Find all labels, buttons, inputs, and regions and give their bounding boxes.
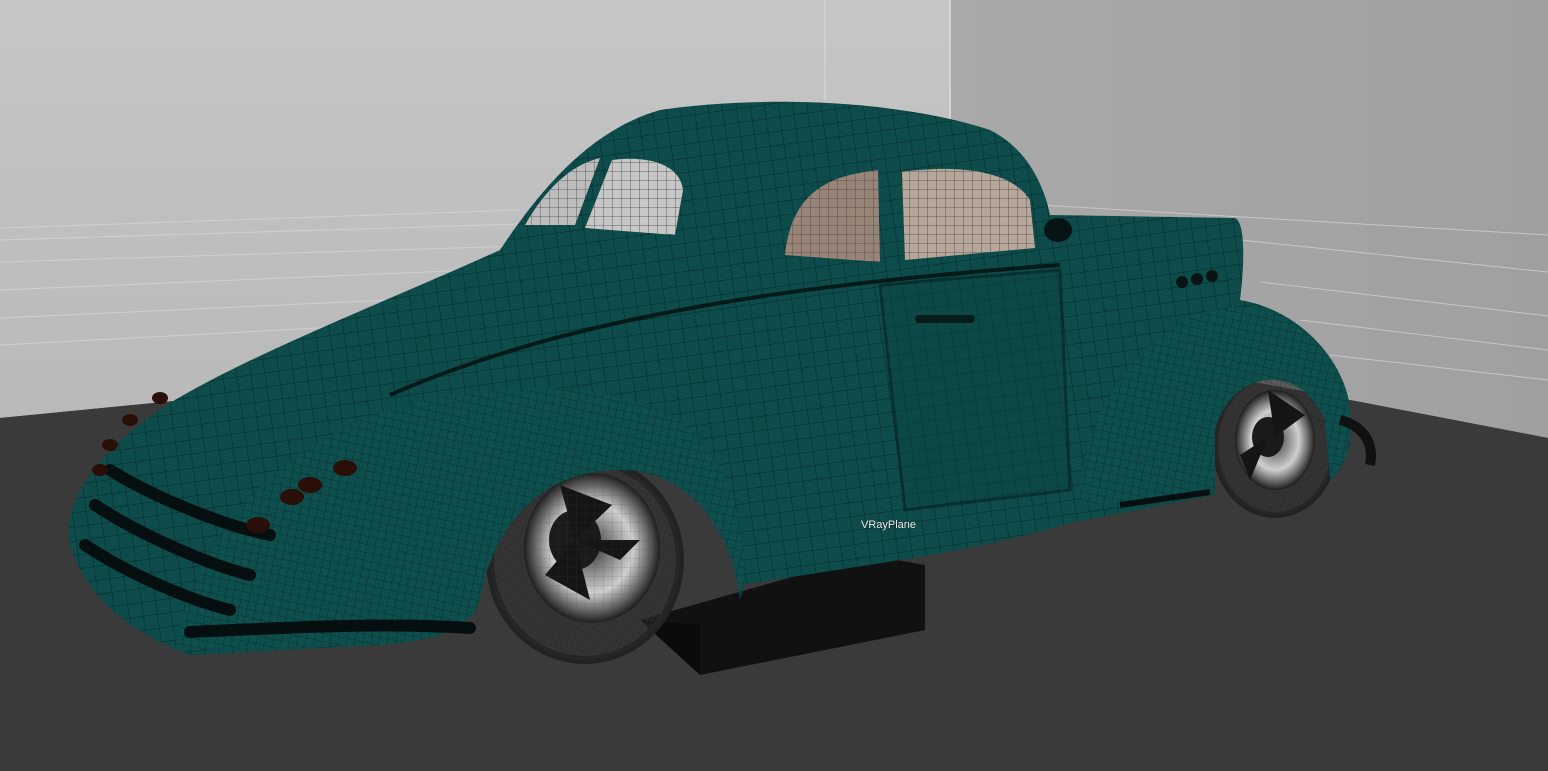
door-handle: [915, 315, 975, 323]
3d-viewport[interactable]: VRayPlane: [0, 0, 1548, 771]
side-mirror: [1044, 218, 1072, 242]
door: [878, 268, 1072, 512]
viewport-scene[interactable]: [0, 0, 1548, 771]
object-label-vrayplane: VRayPlane: [861, 519, 917, 531]
front-bumper: [184, 619, 476, 638]
